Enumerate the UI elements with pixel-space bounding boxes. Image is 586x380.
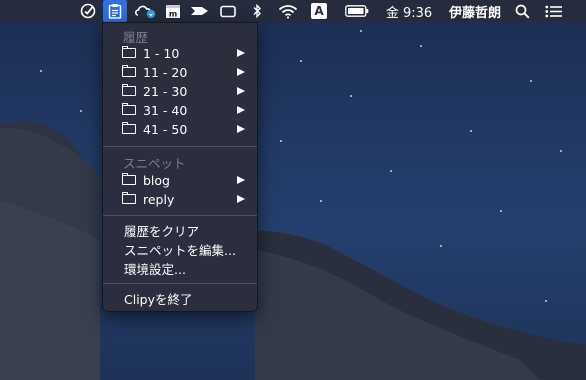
submenu-arrow-icon (237, 106, 245, 114)
preferences-label: 環境設定... (124, 262, 186, 277)
history-item-label: 21 - 30 (143, 84, 188, 99)
checkmark-circle-icon[interactable] (78, 0, 98, 22)
clipboard-icon[interactable] (103, 0, 127, 22)
folder-icon (121, 192, 136, 204)
battery-icon[interactable] (344, 0, 370, 22)
history-item-3[interactable]: 21 - 30 (103, 82, 257, 101)
bluetooth-icon[interactable] (248, 0, 266, 22)
folder-icon (121, 173, 136, 185)
menu-separator (103, 146, 257, 147)
user-name[interactable]: 伊藤哲朗 (446, 0, 504, 22)
submenu-arrow-icon (237, 49, 245, 57)
snippet-header: スニペット (123, 156, 186, 171)
history-item-1[interactable]: 1 - 10 (103, 44, 257, 63)
submenu-arrow-icon (237, 195, 245, 203)
clipy-menu: 履歴 1 - 10 11 - 20 21 - 30 31 - 40 41 - 5… (102, 22, 258, 312)
history-item-2[interactable]: 11 - 20 (103, 63, 257, 82)
history-item-label: 41 - 50 (143, 122, 188, 137)
history-item-label: 11 - 20 (143, 65, 188, 80)
submenu-arrow-icon (237, 68, 245, 76)
snippet-item-reply[interactable]: reply (103, 190, 257, 209)
edit-snippets-label: スニペットを編集... (124, 243, 236, 258)
edit-snippets-item[interactable]: スニペットを編集... (103, 240, 257, 259)
menu-separator (103, 283, 257, 284)
folder-icon (121, 65, 136, 77)
snippet-item-label: blog (143, 173, 170, 188)
clear-history-item[interactable]: 履歴をクリア (103, 221, 257, 240)
clock[interactable]: 金 9:36 (384, 0, 434, 22)
history-item-4[interactable]: 31 - 40 (103, 101, 257, 120)
menu-bar: m A 金 9:36 伊藤哲朗 (0, 0, 586, 22)
arrow-icon[interactable] (188, 0, 212, 22)
menu-separator (103, 215, 257, 216)
list-icon[interactable] (542, 0, 564, 22)
clear-history-label: 履歴をクリア (124, 224, 200, 239)
history-item-label: 1 - 10 (143, 46, 180, 61)
quit-label: Clipyを終了 (124, 292, 193, 307)
window-icon[interactable] (218, 0, 238, 22)
folder-icon (121, 103, 136, 115)
preferences-item[interactable]: 環境設定... (103, 259, 257, 278)
input-method-icon[interactable]: A (310, 0, 328, 22)
history-item-5[interactable]: 41 - 50 (103, 120, 257, 139)
search-icon[interactable] (512, 0, 532, 22)
folder-icon (121, 84, 136, 96)
creative-cloud-icon[interactable] (133, 0, 157, 22)
submenu-arrow-icon (237, 176, 245, 184)
submenu-arrow-icon (237, 125, 245, 133)
folder-icon (121, 122, 136, 134)
submenu-arrow-icon (237, 87, 245, 95)
snippet-item-blog[interactable]: blog (103, 171, 257, 190)
mountain-landscape (0, 121, 586, 380)
quit-item[interactable]: Clipyを終了 (103, 289, 257, 308)
input-method-label: A (311, 3, 327, 19)
wifi-icon[interactable] (276, 0, 300, 22)
calendar-icon[interactable]: m (163, 0, 183, 22)
folder-icon (121, 46, 136, 58)
svg-text:m: m (169, 10, 177, 19)
history-item-label: 31 - 40 (143, 103, 188, 118)
snippet-item-label: reply (143, 192, 175, 207)
